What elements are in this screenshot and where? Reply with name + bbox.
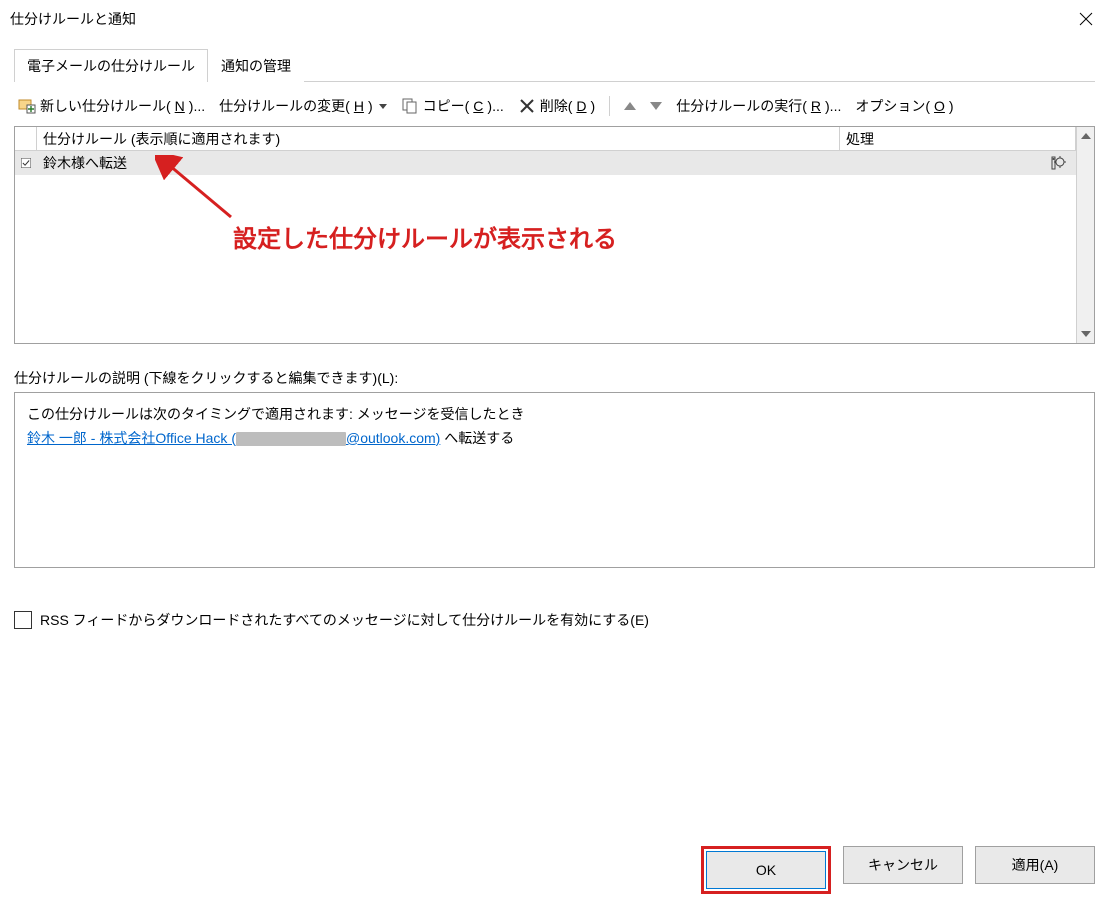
checkbox-checked-icon: [21, 155, 31, 171]
table-row[interactable]: 鈴木様へ転送: [15, 151, 1076, 175]
new-rule-label-post: )...: [189, 98, 205, 114]
options-label-pre: オプション(: [855, 96, 930, 116]
rule-settings-icon: [1050, 155, 1070, 171]
new-rule-hotkey: N: [175, 98, 185, 114]
rss-checkbox-row[interactable]: RSS フィードからダウンロードされたすべてのメッセージに対して仕分けルールを有…: [14, 610, 1095, 630]
rules-table: 仕分けルール (表示順に適用されます) 処理 鈴木様へ転送: [14, 126, 1095, 344]
delete-label-pre: 削除(: [540, 96, 573, 116]
scrollbar[interactable]: [1076, 127, 1094, 343]
run-rules-button[interactable]: 仕分けルールの実行(R)...: [676, 96, 841, 116]
change-rule-hotkey: H: [354, 98, 364, 114]
header-check-col: [15, 127, 37, 150]
delete-button[interactable]: 削除(D): [518, 96, 595, 116]
move-down-button[interactable]: [650, 102, 662, 110]
ok-highlight-box: OK: [701, 846, 831, 894]
scroll-up-button[interactable]: [1077, 127, 1094, 145]
scroll-down-button[interactable]: [1077, 325, 1094, 343]
rss-checkbox[interactable]: [14, 611, 32, 629]
row-checkbox[interactable]: [15, 155, 37, 171]
new-rule-icon: [18, 97, 36, 115]
copy-icon: [401, 97, 419, 115]
delete-icon: [518, 97, 536, 115]
close-icon: [1079, 12, 1093, 26]
toolbar: 新しい仕分けルール(N)... 仕分けルールの変更(H) コピー(C)... 削…: [14, 82, 1095, 126]
new-rule-label-pre: 新しい仕分けルール(: [40, 96, 171, 116]
delete-hotkey: D: [576, 98, 586, 114]
tab-email-rules[interactable]: 電子メールの仕分けルール: [14, 49, 208, 82]
row-action-icon-cell: [840, 155, 1076, 171]
tab-strip: 電子メールの仕分けルール 通知の管理: [14, 48, 1095, 82]
change-rule-label-post: ): [368, 98, 373, 114]
window-title: 仕分けルールと通知: [10, 9, 136, 29]
rss-label: RSS フィードからダウンロードされたすべてのメッセージに対して仕分けルールを有…: [40, 610, 649, 630]
header-name-col: 仕分けルール (表示順に適用されます): [37, 127, 840, 150]
description-label: 仕分けルールの説明 (下線をクリックすると編集できます)(L):: [14, 368, 1095, 388]
copy-hotkey: C: [473, 98, 483, 114]
run-rules-label-pre: 仕分けルールの実行(: [676, 96, 807, 116]
rules-table-header: 仕分けルール (表示順に適用されます) 処理: [15, 127, 1076, 151]
cancel-button[interactable]: キャンセル: [843, 846, 963, 884]
arrow-up-icon: [624, 102, 636, 110]
recipient-link[interactable]: 鈴木 一郎 - 株式会社Office Hack (@outlook.com): [27, 430, 440, 446]
description-line2-suffix: へ転送する: [440, 430, 514, 446]
options-button[interactable]: オプション(O): [855, 96, 953, 116]
run-rules-hotkey: R: [811, 98, 821, 114]
apply-button[interactable]: 適用(A): [975, 846, 1095, 884]
new-rule-button[interactable]: 新しい仕分けルール(N)...: [18, 96, 205, 116]
run-rules-label-post: )...: [825, 98, 841, 114]
redacted-text: [236, 432, 346, 446]
copy-label-post: )...: [487, 98, 503, 114]
ok-button[interactable]: OK: [706, 851, 826, 889]
copy-label-pre: コピー(: [423, 96, 470, 116]
move-up-button[interactable]: [624, 102, 636, 110]
header-action-col: 処理: [840, 127, 1076, 150]
change-rule-button[interactable]: 仕分けルールの変更(H): [219, 96, 386, 116]
dropdown-icon: [379, 104, 387, 109]
options-label-post: ): [949, 98, 954, 114]
description-line1: この仕分けルールは次のタイミングで適用されます: メッセージを受信したとき: [27, 403, 1082, 427]
annotation-text: 設定した仕分けルールが表示される: [233, 219, 617, 254]
tab-manage-alerts[interactable]: 通知の管理: [208, 49, 304, 82]
description-box: この仕分けルールは次のタイミングで適用されます: メッセージを受信したとき 鈴木…: [14, 392, 1095, 568]
row-name: 鈴木様へ転送: [37, 153, 840, 173]
dialog-buttons: OK キャンセル 適用(A): [701, 846, 1095, 894]
copy-button[interactable]: コピー(C)...: [401, 96, 504, 116]
titlebar: 仕分けルールと通知: [0, 0, 1109, 38]
change-rule-label-pre: 仕分けルールの変更(: [219, 96, 350, 116]
description-line2: 鈴木 一郎 - 株式会社Office Hack (@outlook.com) へ…: [27, 427, 1082, 451]
triangle-up-icon: [1081, 133, 1091, 139]
toolbar-separator: [609, 96, 610, 116]
triangle-down-icon: [1081, 331, 1091, 337]
close-button[interactable]: [1063, 3, 1109, 35]
options-hotkey: O: [934, 98, 945, 114]
arrow-down-icon: [650, 102, 662, 110]
delete-label-post: ): [591, 98, 596, 114]
